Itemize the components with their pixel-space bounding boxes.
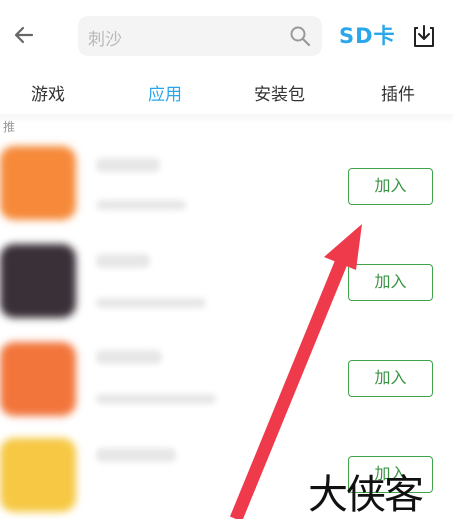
app-name-blurred — [96, 254, 150, 268]
tab-packages[interactable]: 安装包 — [254, 80, 305, 105]
app-desc-blurred — [96, 394, 216, 404]
tab-plugins[interactable]: 插件 — [381, 80, 415, 105]
top-bar: 刺沙 SD卡 — [0, 0, 453, 72]
tab-apps[interactable]: 应用 — [148, 80, 182, 105]
app-icon — [0, 244, 76, 318]
add-button[interactable]: 加入 — [348, 264, 433, 301]
list-hint: 推 — [3, 120, 16, 134]
sd-card-button[interactable]: SD卡 — [339, 20, 396, 50]
search-input[interactable]: 刺沙 — [78, 16, 322, 56]
back-arrow-icon[interactable] — [10, 20, 40, 50]
app-icon — [0, 146, 76, 220]
list-item: 加入 — [0, 138, 453, 234]
add-button[interactable]: 加入 — [348, 360, 433, 397]
app-name-blurred — [96, 350, 162, 364]
app-icon — [0, 342, 76, 416]
search-icon[interactable] — [288, 24, 312, 48]
add-button[interactable]: 加入 — [348, 168, 433, 205]
app-desc-blurred — [96, 200, 186, 210]
list-item: 加入 — [0, 236, 453, 332]
tab-games[interactable]: 游戏 — [31, 80, 65, 105]
watermark-text: 大侠客 — [308, 472, 424, 518]
app-desc-blurred — [96, 298, 206, 308]
app-name-blurred — [96, 448, 176, 462]
list-item: 加入 — [0, 334, 453, 430]
app-icon — [0, 438, 76, 512]
download-icon[interactable] — [410, 22, 438, 50]
app-name-blurred — [96, 158, 160, 172]
category-tabs: 游戏 应用 安装包 插件 — [0, 72, 453, 112]
divider — [0, 114, 453, 124]
search-placeholder: 刺沙 — [88, 30, 122, 50]
